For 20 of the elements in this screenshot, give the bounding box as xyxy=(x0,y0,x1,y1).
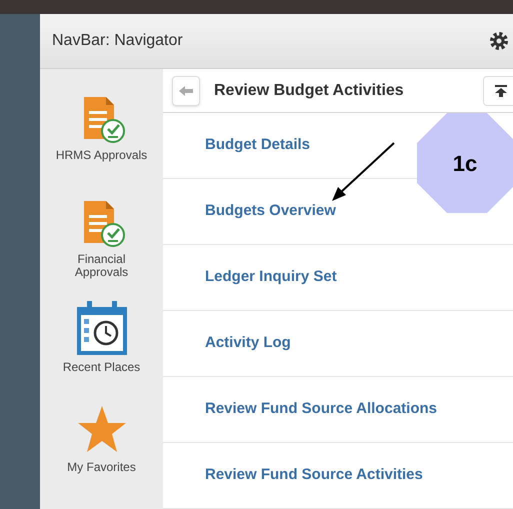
move-to-top-icon xyxy=(495,84,507,96)
star-icon xyxy=(76,405,126,453)
menu-link[interactable]: Budget Details xyxy=(205,134,310,157)
header-title: NavBar: Navigator xyxy=(52,31,183,51)
pointer-arrow xyxy=(330,141,396,203)
panel-title: Review Budget Activities xyxy=(214,80,404,100)
step-badge: 1c xyxy=(417,113,513,213)
menu-link[interactable]: Budgets Overview xyxy=(205,200,336,223)
sidebar-tile[interactable]: Recent Places xyxy=(40,301,163,405)
calendar-clock-icon xyxy=(74,301,128,357)
sidebar-tile[interactable]: HRMS Approvals xyxy=(40,93,163,197)
menu-link[interactable]: Review Fund Source Allocations xyxy=(205,398,437,421)
settings-icon[interactable] xyxy=(489,31,509,51)
sidebar-tile[interactable]: Financial Approvals xyxy=(40,197,163,301)
menu-link[interactable]: Ledger Inquiry Set xyxy=(205,266,337,289)
sidebar-tile[interactable]: My Favorites xyxy=(40,405,163,509)
menu-link[interactable]: Activity Log xyxy=(205,332,291,355)
menu-link[interactable]: Review Fund Source Activities xyxy=(205,464,423,487)
left-arrow-icon xyxy=(179,86,193,96)
top-button[interactable] xyxy=(483,76,513,106)
